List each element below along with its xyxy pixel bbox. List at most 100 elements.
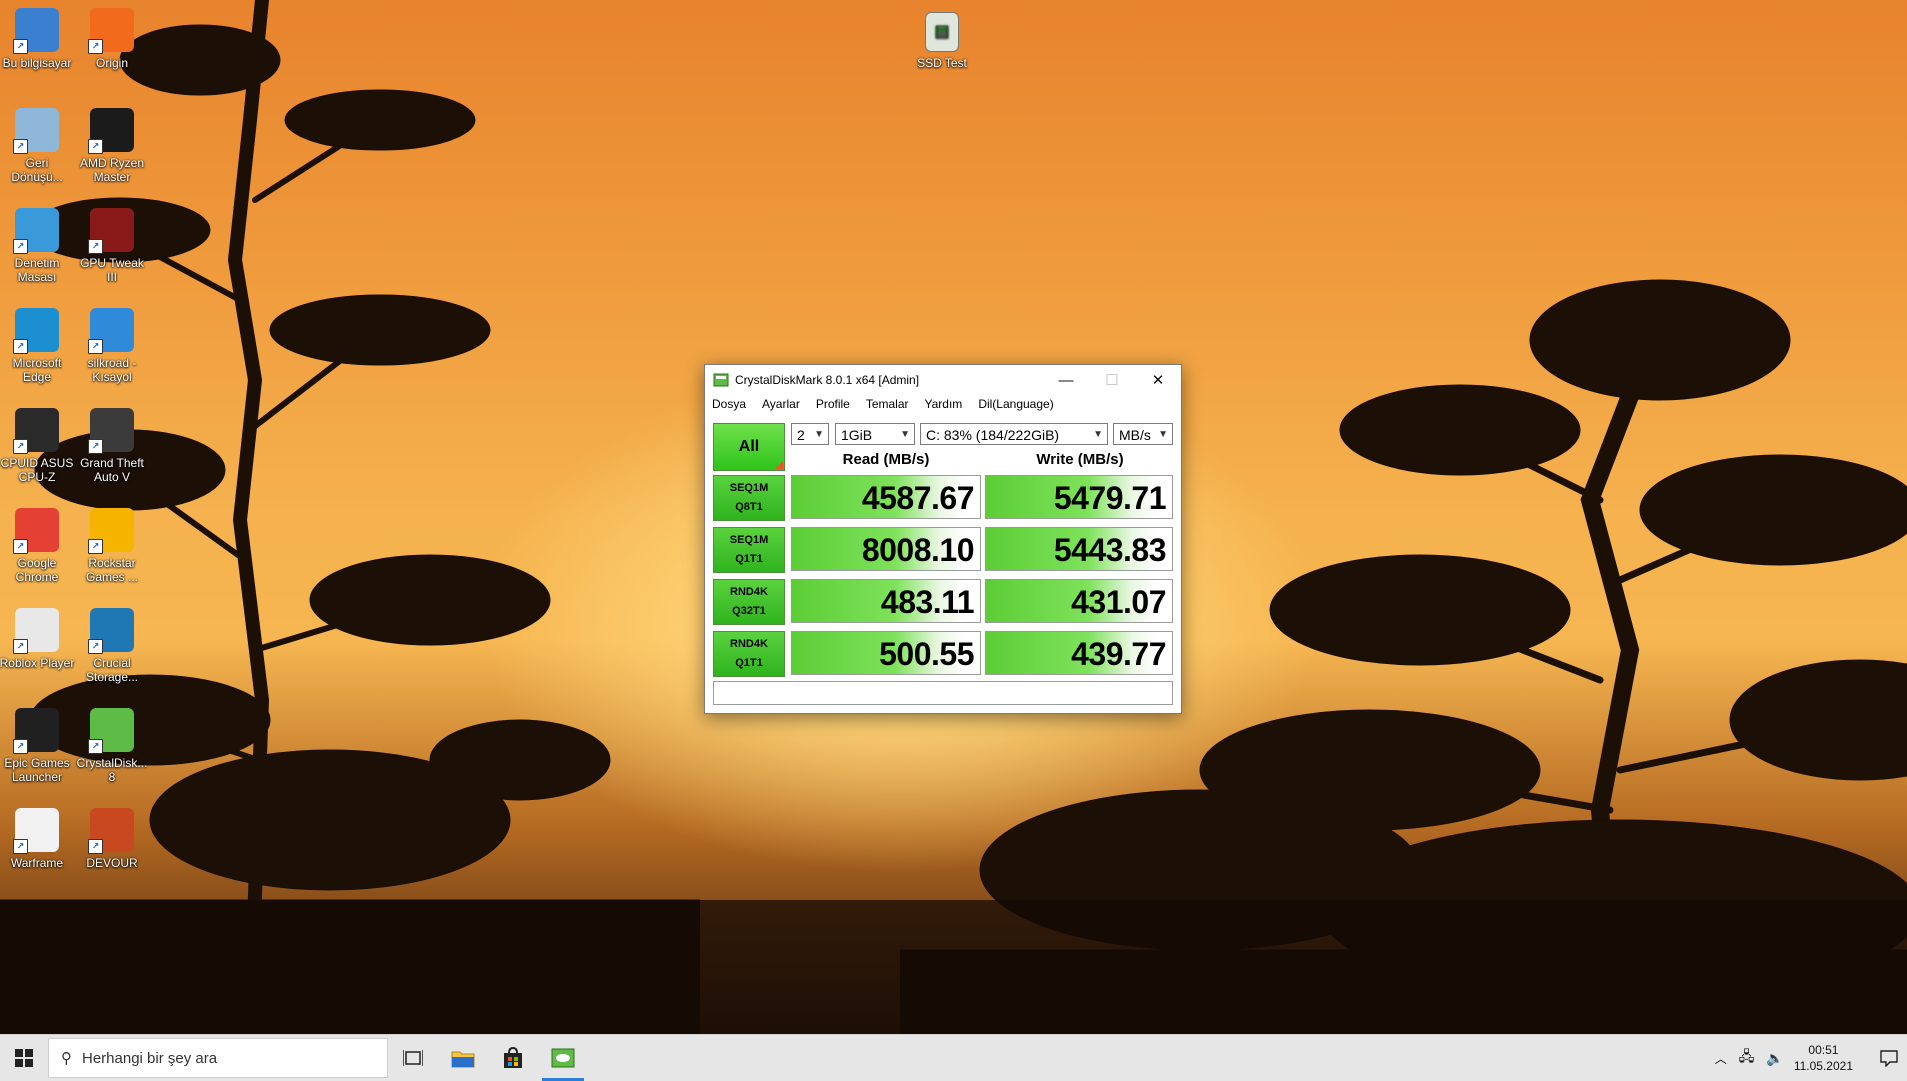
desktop-shortcut[interactable]: ↗ Grand Theft Auto V [74, 404, 150, 484]
desktop-shortcut[interactable]: ↗ Epic Games Launcher [0, 704, 75, 784]
crystaldiskmark-window[interactable]: CrystalDiskMark 8.0.1 x64 [Admin] — ☐ ✕ … [704, 364, 1182, 714]
desktop-shortcut-label: CrystalDisk... 8 [76, 756, 148, 784]
desktop-shortcut[interactable]: ↗ CrystalDisk... 8 [74, 704, 150, 784]
maximize-button[interactable]: ☐ [1089, 365, 1135, 395]
notification-icon [1880, 1050, 1898, 1067]
benchmark-controls: All 2 ▼ 1GiB ▼ C: 83% (184/222GiB) ▼ MB/… [713, 423, 1173, 473]
sun-haze [0, 900, 1907, 1034]
menu-yardim[interactable]: Yardım [922, 395, 970, 415]
read-header: Read (MB/s) [842, 451, 930, 468]
start-button[interactable] [0, 1035, 48, 1081]
desktop-shortcut[interactable]: ↗ CPUID ASUS CPU-Z [0, 404, 75, 484]
crystaldiskmark-taskbar-button[interactable] [538, 1035, 588, 1081]
desktop-shortcut[interactable]: ↗ Warframe [0, 804, 75, 870]
all-button[interactable]: All [713, 423, 785, 471]
shortcut-arrow-icon: ↗ [88, 539, 103, 554]
read-result: 8008.10 [791, 527, 981, 571]
search-box[interactable]: ⚲ Herhangi bir şey ara [48, 1038, 388, 1078]
test-queue: Q1T1 [735, 657, 763, 669]
test-name: SEQ1M [729, 534, 769, 546]
shortcut-arrow-icon: ↗ [13, 639, 28, 654]
recycle-bin-icon: ↗ [13, 108, 59, 154]
test-button[interactable]: SEQ1M Q8T1 [713, 475, 785, 521]
desktop-shortcut-label: Denetim Masası [14, 256, 60, 284]
size-value: 1GiB [841, 427, 873, 443]
clock-date: 11.05.2021 [1793, 1059, 1853, 1073]
chevron-up-icon[interactable]: ︿ [1715, 1050, 1727, 1067]
write-header: Write (MB/s) [1036, 451, 1124, 468]
ssd-test-shortcut[interactable]: ▤ SSD Test [904, 8, 980, 70]
size-select[interactable]: 1GiB ▼ [835, 423, 915, 445]
folder-icon [451, 1051, 475, 1068]
desktop-shortcut[interactable]: ↗ Bu bilgisayar [0, 4, 75, 70]
shortcut-arrow-icon: ↗ [13, 839, 28, 854]
search-placeholder: Herhangi bir şey ara [82, 1049, 218, 1067]
read-result: 4587.67 [791, 475, 981, 519]
file-explorer-button[interactable] [438, 1035, 488, 1081]
notification-button[interactable] [1871, 1035, 1907, 1081]
store-button[interactable] [488, 1035, 538, 1081]
clock[interactable]: 00:51 11.05.2021 [1794, 1042, 1853, 1074]
desktop-shortcut-label: DEVOUR [86, 856, 138, 870]
gpu-tweak-icon: ↗ [88, 208, 134, 254]
origin-icon: ↗ [88, 8, 134, 54]
write-result: 431.07 [985, 579, 1173, 623]
desktop-shortcut[interactable]: ↗ DEVOUR [74, 804, 150, 870]
drive-select[interactable]: C: 83% (184/222GiB) ▼ [920, 423, 1108, 445]
shortcut-arrow-icon: ↗ [13, 739, 28, 754]
desktop-shortcut[interactable]: ↗ GPU Tweak III [74, 204, 150, 284]
comment-field[interactable] [713, 681, 1173, 705]
desktop-shortcut[interactable]: ↗ Denetim Masası [0, 204, 75, 284]
desktop-shortcut[interactable]: ↗ Crucial Storage... [74, 604, 150, 684]
shortcut-arrow-icon: ↗ [13, 439, 28, 454]
unit-select[interactable]: MB/s ▼ [1113, 423, 1173, 445]
desktop-shortcut[interactable]: ↗ silkroad - Kısayol [74, 304, 150, 384]
menu-profile[interactable]: Profile [813, 395, 857, 415]
minimize-button[interactable]: — [1043, 365, 1089, 395]
minimize-icon: — [1058, 371, 1074, 389]
shortcut-arrow-icon: ↗ [13, 239, 28, 254]
desktop-shortcut[interactable]: ↗ Microsoft Edge [0, 304, 75, 384]
desktop-shortcut-label: silkroad - Kısayol [87, 356, 137, 384]
drive-value: C: 83% (184/222GiB) [926, 427, 1060, 443]
silkroad-icon: ↗ [88, 308, 134, 354]
menu-dosya[interactable]: Dosya [709, 395, 753, 415]
test-button[interactable]: RND4K Q1T1 [713, 631, 785, 677]
volume-icon[interactable]: 🔈 [1766, 1050, 1783, 1067]
chevron-down-icon: ▼ [900, 429, 910, 440]
desktop-shortcut-label: Grand Theft Auto V [80, 456, 144, 484]
write-result: 439.77 [985, 631, 1173, 675]
result-row: SEQ1M Q1T1 8008.10 5443.83 [713, 527, 1173, 573]
desktop-shortcut[interactable]: ↗ Geri Dönüşü... [0, 104, 75, 184]
network-icon[interactable]: 🖧 [1739, 1046, 1755, 1070]
desktop-shortcut-label: Roblox Player [0, 656, 75, 670]
gta-icon: ↗ [88, 408, 134, 454]
result-row: RND4K Q32T1 483.11 431.07 [713, 579, 1173, 625]
desktop-shortcut-label: Crucial Storage... [85, 656, 139, 684]
chevron-down-icon: ▼ [814, 429, 824, 440]
desktop-shortcut-label: GPU Tweak III [80, 256, 144, 284]
test-button[interactable]: SEQ1M Q1T1 [713, 527, 785, 573]
computer-icon: ↗ [13, 8, 59, 54]
test-button[interactable]: RND4K Q32T1 [713, 579, 785, 625]
shortcut-arrow-icon: ↗ [88, 439, 103, 454]
desktop-shortcut[interactable]: ↗ Rockstar Games ... [74, 504, 150, 584]
desktop-shortcut-label: Bu bilgisayar [2, 56, 72, 70]
count-select[interactable]: 2 ▼ [791, 423, 829, 445]
shortcut-arrow-icon: ↗ [88, 839, 103, 854]
desktop-shortcut[interactable]: ↗ Origin [74, 4, 150, 70]
windows-icon [15, 1049, 33, 1067]
rockstar-icon: ↗ [88, 508, 134, 554]
task-view-button[interactable] [388, 1035, 438, 1081]
menu-temalar[interactable]: Temalar [863, 395, 916, 415]
test-name: SEQ1M [729, 482, 769, 494]
menu-ayarlar[interactable]: Ayarlar [759, 395, 807, 415]
roblox-icon: ↗ [13, 608, 59, 654]
desktop-shortcut[interactable]: ↗ Google Chrome [0, 504, 75, 584]
close-button[interactable]: ✕ [1135, 365, 1181, 395]
menu-language[interactable]: Dil(Language) [975, 395, 1060, 415]
unit-value: MB/s [1119, 427, 1151, 443]
desktop-shortcut[interactable]: ↗ Roblox Player [0, 604, 75, 670]
desktop-shortcut[interactable]: ↗ AMD Ryzen Master [74, 104, 150, 184]
title-bar[interactable]: CrystalDiskMark 8.0.1 x64 [Admin] — ☐ ✕ [705, 365, 1181, 395]
